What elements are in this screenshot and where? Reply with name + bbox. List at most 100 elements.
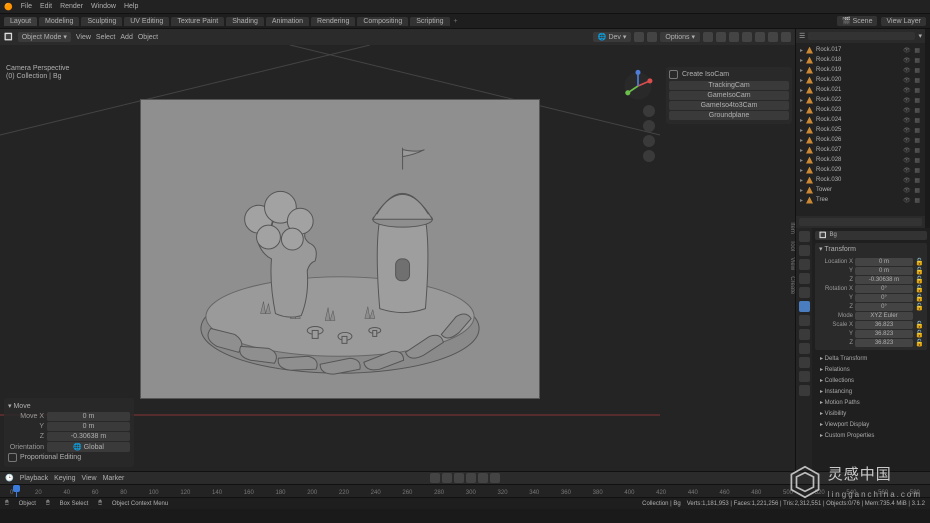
mode-dropdown[interactable]: Object Mode ▾ [18, 32, 71, 42]
menu-edit[interactable]: Edit [40, 3, 52, 10]
timeline-track[interactable]: 0204060801001201401601802002202402602803… [0, 484, 930, 497]
outliner-item[interactable]: ▸Tree👁 ▦ [798, 195, 923, 205]
prop-tab-physics-icon[interactable] [799, 343, 810, 354]
viewport-menu-add[interactable]: Add [120, 34, 132, 41]
prop-tab-particles-icon[interactable] [799, 329, 810, 340]
prop-tab-object-icon[interactable] [799, 301, 810, 312]
prop-tab-material-icon[interactable] [799, 385, 810, 396]
datablock-crumb[interactable]: 🔳 Bg [815, 231, 927, 240]
outliner-item[interactable]: ▸Rock.027👁 ▦ [798, 145, 923, 155]
outliner-item[interactable]: ▸Rock.017👁 ▦ [798, 45, 923, 55]
tab-animation[interactable]: Animation [266, 17, 309, 26]
prop-tab-data-icon[interactable] [799, 371, 810, 382]
proportional-edit-icon[interactable] [647, 32, 657, 42]
rot-z[interactable]: 0° [855, 303, 913, 311]
isocam-btn-gameiso43[interactable]: GameIso4to3Cam [669, 101, 789, 110]
outliner-item[interactable]: ▸Rock.030👁 ▦ [798, 175, 923, 185]
playhead[interactable] [16, 485, 17, 497]
prop-tab-viewlayer-icon[interactable] [799, 259, 810, 270]
outliner-item[interactable]: ▸Tower👁 ▦ [798, 185, 923, 195]
panel-collapsed[interactable]: ▸ Viewport Display [815, 419, 927, 430]
prop-tab-modifiers-icon[interactable] [799, 315, 810, 326]
outliner-item[interactable]: ▸Rock.021👁 ▦ [798, 85, 923, 95]
perspective-toggle-icon[interactable] [643, 150, 655, 162]
transform-panel-header[interactable]: ▾ Transform [815, 243, 927, 255]
menu-render[interactable]: Render [60, 3, 83, 10]
prop-tab-output-icon[interactable] [799, 245, 810, 256]
timeline-menu-keying[interactable]: Keying [54, 475, 75, 482]
tab-scripting[interactable]: Scripting [410, 17, 449, 26]
outliner-search[interactable] [808, 32, 915, 40]
loc-x[interactable]: 0 m [855, 258, 913, 266]
menu-window[interactable]: Window [91, 3, 116, 10]
panel-collapsed[interactable]: ▸ Custom Properties [815, 430, 927, 441]
npanel-tab-view[interactable]: View [789, 257, 795, 270]
outliner-item[interactable]: ▸Rock.028👁 ▦ [798, 155, 923, 165]
keyframe-prev-icon[interactable] [442, 473, 452, 483]
shading-wire-icon[interactable] [742, 32, 752, 42]
outliner-item[interactable]: ▸Rock.025👁 ▦ [798, 125, 923, 135]
tab-shading[interactable]: Shading [226, 17, 264, 26]
zoom-icon[interactable] [643, 105, 655, 117]
isocam-btn-gameiso[interactable]: GameIsoCam [669, 91, 789, 100]
menu-file[interactable]: File [21, 3, 32, 10]
tab-rendering[interactable]: Rendering [311, 17, 355, 26]
filter-icon[interactable]: ▾ [918, 32, 922, 40]
panel-collapsed[interactable]: ▸ Visibility [815, 408, 927, 419]
tab-modeling[interactable]: Modeling [39, 17, 79, 26]
nav-gizmo[interactable] [621, 69, 655, 103]
shading-rendered-icon[interactable] [781, 32, 791, 42]
viewport-menu-select[interactable]: Select [96, 34, 115, 41]
move-x-field[interactable]: 0 m [47, 412, 130, 421]
prop-tab-scene-icon[interactable] [799, 273, 810, 284]
overlay-toggle-icon[interactable] [716, 32, 726, 42]
editor-type-icon[interactable]: 🔳 [4, 33, 13, 41]
scale-y[interactable]: 36.823 [855, 330, 913, 338]
scale-x[interactable]: 36.823 [855, 321, 913, 329]
tab-layout[interactable]: Layout [4, 17, 37, 26]
play-reverse-icon[interactable] [454, 473, 464, 483]
outliner-item[interactable]: ▸Rock.018👁 ▦ [798, 55, 923, 65]
gizmo-toggle-icon[interactable] [703, 32, 713, 42]
outliner-item[interactable]: ▸Rock.022👁 ▦ [798, 95, 923, 105]
isocam-checkbox[interactable] [669, 70, 678, 79]
pan-icon[interactable] [643, 120, 655, 132]
loc-z[interactable]: -0.30638 m [855, 276, 913, 284]
outliner-item[interactable]: ▸Rock.024👁 ▦ [798, 115, 923, 125]
viewport-menu-object[interactable]: Object [138, 34, 158, 41]
outliner-editor-icon[interactable]: ☰ [799, 32, 805, 40]
panel-collapsed[interactable]: ▸ Delta Transform [815, 353, 927, 364]
tab-texturepaint[interactable]: Texture Paint [171, 17, 224, 26]
npanel-tab-item[interactable]: Item [789, 222, 795, 234]
timeline-menu-marker[interactable]: Marker [103, 475, 125, 482]
dev-dropdown[interactable]: 🌐 Dev ▾ [593, 32, 632, 42]
viewlayer-selector[interactable]: View Layer [881, 17, 926, 26]
lock-icon[interactable]: 🔓 [915, 258, 923, 266]
prop-edit-checkbox[interactable] [8, 453, 17, 462]
jump-end-icon[interactable] [490, 473, 500, 483]
npanel-tab-tool[interactable]: Tool [789, 240, 795, 251]
outliner-item[interactable]: ▸Rock.029👁 ▦ [798, 165, 923, 175]
move-orientation[interactable]: 🌐 Global [47, 442, 130, 452]
tab-compositing[interactable]: Compositing [357, 17, 408, 26]
scene-selector[interactable]: 🎬 Scene [837, 16, 878, 26]
prop-tab-constraints-icon[interactable] [799, 357, 810, 368]
panel-collapsed[interactable]: ▸ Relations [815, 364, 927, 375]
shading-matprev-icon[interactable] [768, 32, 778, 42]
move-y-field[interactable]: 0 m [47, 422, 130, 431]
rotation-mode[interactable]: XYZ Euler [855, 312, 913, 320]
menu-help[interactable]: Help [124, 3, 138, 10]
xray-toggle-icon[interactable] [729, 32, 739, 42]
outliner-filter[interactable] [799, 218, 922, 226]
tab-sculpting[interactable]: Sculpting [81, 17, 122, 26]
jump-start-icon[interactable] [430, 473, 440, 483]
loc-y[interactable]: 0 m [855, 267, 913, 275]
scale-z[interactable]: 36.823 [855, 339, 913, 347]
prop-tab-world-icon[interactable] [799, 287, 810, 298]
snap-toggle-icon[interactable] [634, 32, 644, 42]
outliner-item[interactable]: ▸Rock.023👁 ▦ [798, 105, 923, 115]
move-z-field[interactable]: -0.30638 m [47, 432, 130, 441]
panel-collapsed[interactable]: ▸ Collections [815, 375, 927, 386]
timeline-menu-playback[interactable]: Playback [20, 475, 48, 482]
timeline-editor-icon[interactable]: 🕒 [5, 474, 14, 482]
